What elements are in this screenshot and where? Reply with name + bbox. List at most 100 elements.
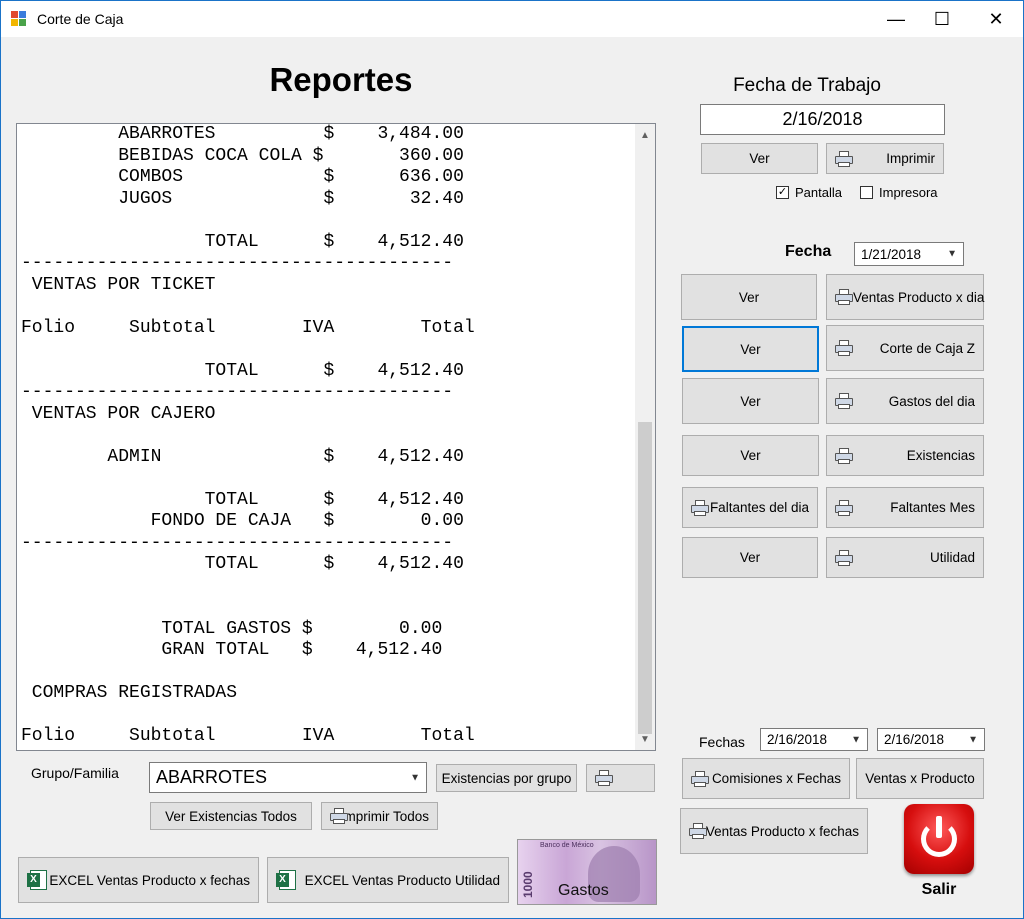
fechas-to-value: 2/16/2018: [884, 732, 945, 747]
gastos-button[interactable]: 1000 Banco de México Gastos: [517, 839, 657, 905]
printer-icon: [835, 499, 853, 516]
button-label: Ventas x Producto: [865, 771, 975, 786]
report-line: [21, 468, 475, 490]
report-line: BEBIDAS COCA COLA $ 360.00: [21, 145, 464, 166]
page-title: Reportes: [269, 61, 413, 98]
existencias-por-grupo-button[interactable]: Existencias por grupo: [436, 764, 577, 792]
faltantes-mes-print-button[interactable]: Faltantes Mes: [826, 487, 984, 528]
impresora-checkbox[interactable]: Impresora: [860, 185, 938, 200]
app-icon: [11, 11, 27, 27]
ver-ventas-producto-dia-button[interactable]: Ver: [681, 274, 817, 320]
imprimir-todos-button[interactable]: Imprimir Todos: [321, 802, 438, 830]
grupo-print-button[interactable]: [586, 764, 655, 792]
button-label: Faltantes Mes: [890, 500, 975, 515]
ver-existencias-todos-button[interactable]: Ver Existencias Todos: [150, 802, 312, 830]
ver-existencias-button[interactable]: Ver: [682, 435, 819, 476]
button-label: EXCEL Ventas Producto Utilidad: [304, 872, 500, 888]
gastos-label: Gastos: [558, 882, 609, 899]
checkbox-unchecked-icon: [860, 186, 873, 199]
button-label: Ver: [740, 393, 761, 409]
fechas-from-dropdown[interactable]: 2/16/2018 ▼: [760, 728, 868, 751]
printer-icon: [689, 823, 707, 839]
chevron-down-icon: ▼: [851, 734, 861, 745]
grupo-familia-label: Grupo/Familia: [31, 765, 119, 781]
faltantes-dia-print-button[interactable]: Faltantes del dia: [682, 487, 818, 528]
report-line: ADMIN $ 4,512.40: [21, 446, 464, 467]
fechas-from-value: 2/16/2018: [767, 732, 828, 747]
button-label: Existencias: [906, 448, 975, 463]
imprimir-button[interactable]: Imprimir: [826, 143, 944, 174]
printer-icon: [691, 499, 709, 516]
button-label: Imprimir: [886, 151, 935, 166]
button-label: Ventas Producto x fechas: [705, 823, 859, 839]
power-icon-bar: [936, 816, 942, 838]
excel-ventas-fechas-button[interactable]: X EXCEL Ventas Producto x fechas: [18, 857, 259, 903]
excel-icon: X: [27, 870, 47, 890]
minimize-icon: —: [887, 8, 905, 29]
report-line: TOTAL GASTOS $ 0.00: [21, 618, 443, 639]
fecha-label: Fecha: [785, 243, 832, 260]
existencias-print-button[interactable]: Existencias: [826, 435, 984, 476]
report-line: JUGOS $ 32.40: [21, 188, 464, 209]
report-scrollbar[interactable]: ▲ ▼: [635, 124, 655, 750]
printer-icon: [835, 393, 853, 409]
ventas-x-producto-button[interactable]: Ventas x Producto: [856, 758, 984, 799]
maximize-button[interactable]: ☐: [919, 1, 965, 37]
printer-icon: [835, 289, 853, 305]
report-line: GRAN TOTAL $ 4,512.40: [21, 640, 443, 660]
chevron-down-icon: ▼: [947, 248, 957, 260]
report-line: FONDO DE CAJA $ 0.00: [21, 511, 464, 531]
ventas-producto-dia-print-button[interactable]: Ventas Producto x dia: [826, 274, 984, 320]
corte-caja-z-print-button[interactable]: Corte de Caja Z: [826, 325, 984, 371]
button-label: Ver: [738, 289, 760, 305]
ver-gastos-dia-button[interactable]: Ver: [682, 378, 819, 424]
bill-value: 1000: [521, 871, 535, 898]
salir-button[interactable]: [904, 804, 974, 874]
report-line: [21, 339, 475, 361]
fecha-value: 1/21/2018: [861, 246, 922, 262]
minimize-button[interactable]: —: [873, 1, 919, 37]
scroll-thumb[interactable]: [638, 422, 652, 734]
fechas-to-dropdown[interactable]: 2/16/2018 ▼: [877, 728, 985, 751]
printer-icon: [835, 340, 853, 356]
report-line: TOTAL $ 4,512.40: [21, 489, 464, 510]
report-line: COMPRAS REGISTRADAS: [21, 683, 238, 703]
bill-bank-name: Banco de México: [540, 842, 594, 849]
grupo-familia-dropdown[interactable]: ABARROTES ▼: [149, 762, 427, 793]
close-button[interactable]: ✕: [973, 1, 1019, 37]
main-window: Corte de Caja — ☐ ✕ Reportes ABARROTES $…: [0, 0, 1024, 919]
report-line: VENTAS POR TICKET: [21, 274, 216, 295]
report-line: Folio Subtotal IVA Total: [21, 726, 475, 746]
excel-ventas-utilidad-button[interactable]: X EXCEL Ventas Producto Utilidad: [267, 857, 509, 903]
button-label: Comisiones x Fechas: [711, 771, 841, 786]
report-line: VENTAS POR CAJERO: [21, 403, 216, 424]
ver-utilidad-button[interactable]: Ver: [682, 537, 818, 578]
report-line: [21, 296, 475, 318]
window-title: Corte de Caja: [37, 11, 124, 27]
fecha-trabajo-input[interactable]: 2/16/2018: [700, 104, 945, 135]
grupo-familia-value: ABARROTES: [156, 767, 268, 787]
report-textarea[interactable]: ABARROTES $ 3,484.00 BEBIDAS COCA COLA $…: [16, 123, 656, 751]
checkbox-label: Impresora: [879, 185, 938, 200]
ver-corte-caja-z-button[interactable]: Ver: [682, 326, 819, 372]
gastos-dia-print-button[interactable]: Gastos del dia: [826, 378, 984, 424]
scroll-down-icon[interactable]: ▼: [635, 730, 655, 748]
button-label: Utilidad: [929, 550, 975, 565]
report-line: TOTAL $ 4,512.40: [21, 231, 464, 252]
scroll-up-icon[interactable]: ▲: [635, 126, 655, 144]
report-line: [21, 662, 475, 684]
comisiones-fechas-button[interactable]: Comisiones x Fechas: [682, 758, 850, 799]
button-label: Corte de Caja Z: [879, 340, 975, 356]
salir-label: Salir: [921, 881, 957, 898]
ventas-producto-fechas-button[interactable]: Ventas Producto x fechas: [680, 808, 868, 854]
ver-trabajo-button[interactable]: Ver: [701, 143, 818, 174]
report-line: ----------------------------------------: [21, 532, 454, 553]
checkbox-label: Pantalla: [795, 185, 842, 200]
report-line: ABARROTES $ 3,484.00: [21, 124, 464, 144]
title-bar: Corte de Caja — ☐ ✕: [1, 1, 1023, 37]
checkbox-checked-icon: ✓: [776, 186, 789, 199]
utilidad-print-button[interactable]: Utilidad: [826, 537, 984, 578]
fecha-dropdown[interactable]: 1/21/2018 ▼: [854, 242, 964, 266]
report-line: ----------------------------------------: [21, 253, 454, 273]
pantalla-checkbox[interactable]: ✓ Pantalla: [776, 185, 842, 200]
